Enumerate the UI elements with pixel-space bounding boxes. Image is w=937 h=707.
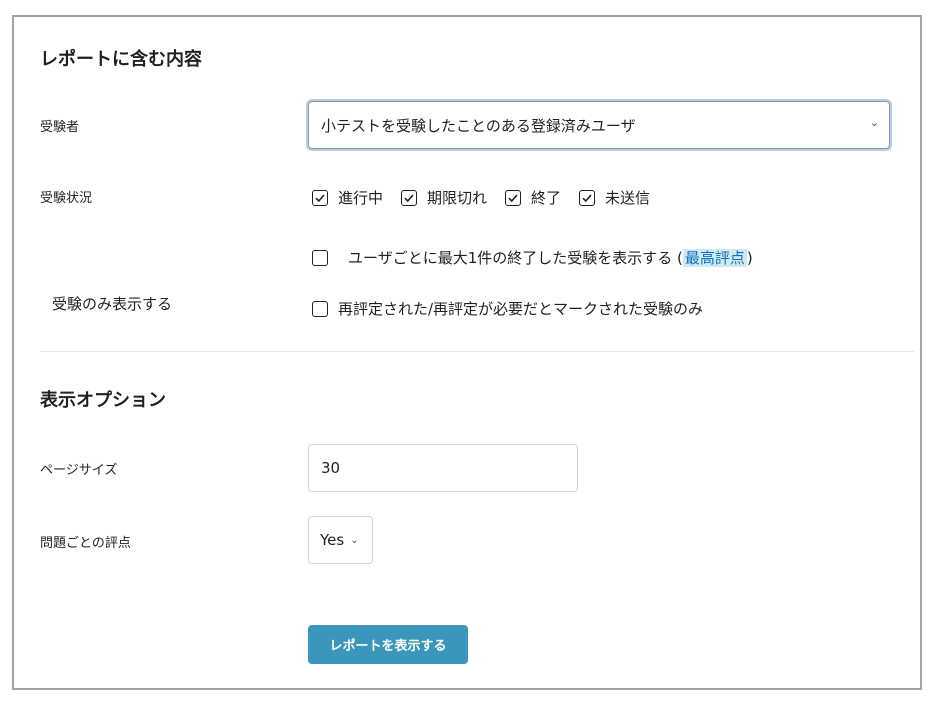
page-size-input[interactable]: 30 (308, 444, 578, 492)
section-title-include: レポートに含む内容 (40, 49, 202, 70)
section-title-display: 表示オプション (40, 390, 166, 411)
checkmark-icon (582, 193, 592, 202)
attempt-state-label: 受験状況 (40, 191, 93, 206)
show-only-label: 受験のみ表示する (52, 295, 173, 313)
state-finished-checkbox[interactable] (505, 189, 522, 206)
page-size-label: ページサイズ (40, 463, 118, 478)
state-overdue-label: 期限切れ (427, 189, 488, 207)
regraded-checkbox[interactable] (312, 300, 328, 317)
attempts-from-value: 小テストを受験したことのある登録済みユーザ (321, 116, 636, 135)
marks-per-question-label: 問題ごとの評点 (40, 536, 131, 551)
state-finished-label: 終了 (531, 189, 562, 207)
state-abandoned-label: 未送信 (605, 189, 651, 207)
chevron-down-icon: ⌄ (350, 534, 359, 546)
highest-grade-checkbox[interactable] (312, 249, 328, 266)
chevron-down-icon: ⌄ (869, 116, 879, 129)
page-size-value: 30 (321, 459, 341, 477)
attempt-state-group: 進行中 期限切れ 終了 未送信 (312, 187, 668, 208)
highest-grade-option[interactable]: ユーザごとに最大1件の終了した受験を表示する (最高評点) (312, 247, 753, 268)
attempts-from-select[interactable]: 小テストを受験したことのある登録済みユーザ ⌄ (308, 101, 890, 149)
highest-grade-suffix: ) (746, 249, 753, 267)
state-finished-option[interactable]: 終了 (505, 187, 561, 208)
regraded-option[interactable]: 再評定された/再評定が必要だとマークされた受験のみ (312, 298, 703, 319)
marks-per-question-select[interactable]: Yes ⌄ (308, 516, 373, 564)
checkmark-icon (315, 193, 325, 202)
highest-grade-link[interactable]: 最高評点 (682, 249, 747, 267)
attempts-from-label: 受験者 (40, 120, 80, 135)
state-inprogress-checkbox[interactable] (312, 189, 328, 206)
show-report-button[interactable]: レポートを表示する (308, 625, 468, 664)
state-inprogress-label: 進行中 (338, 189, 384, 207)
report-settings-panel: レポートに含む内容 受験者 小テストを受験したことのある登録済みユーザ ⌄ 受験… (12, 15, 922, 690)
state-abandoned-option[interactable]: 未送信 (579, 187, 650, 208)
checkmark-icon (404, 193, 414, 202)
highest-grade-text: ユーザごとに最大1件の終了した受験を表示する ( (348, 249, 683, 267)
state-abandoned-checkbox[interactable] (579, 189, 596, 206)
section-divider (40, 351, 914, 352)
marks-per-question-value: Yes (320, 531, 345, 549)
state-overdue-option[interactable]: 期限切れ (401, 187, 487, 208)
state-overdue-checkbox[interactable] (401, 189, 418, 206)
regraded-label: 再評定された/再評定が必要だとマークされた受験のみ (338, 300, 704, 318)
state-inprogress-option[interactable]: 進行中 (312, 187, 383, 208)
highest-grade-label: ユーザごとに最大1件の終了した受験を表示する (最高評点) (348, 247, 753, 268)
checkmark-icon (508, 193, 518, 202)
